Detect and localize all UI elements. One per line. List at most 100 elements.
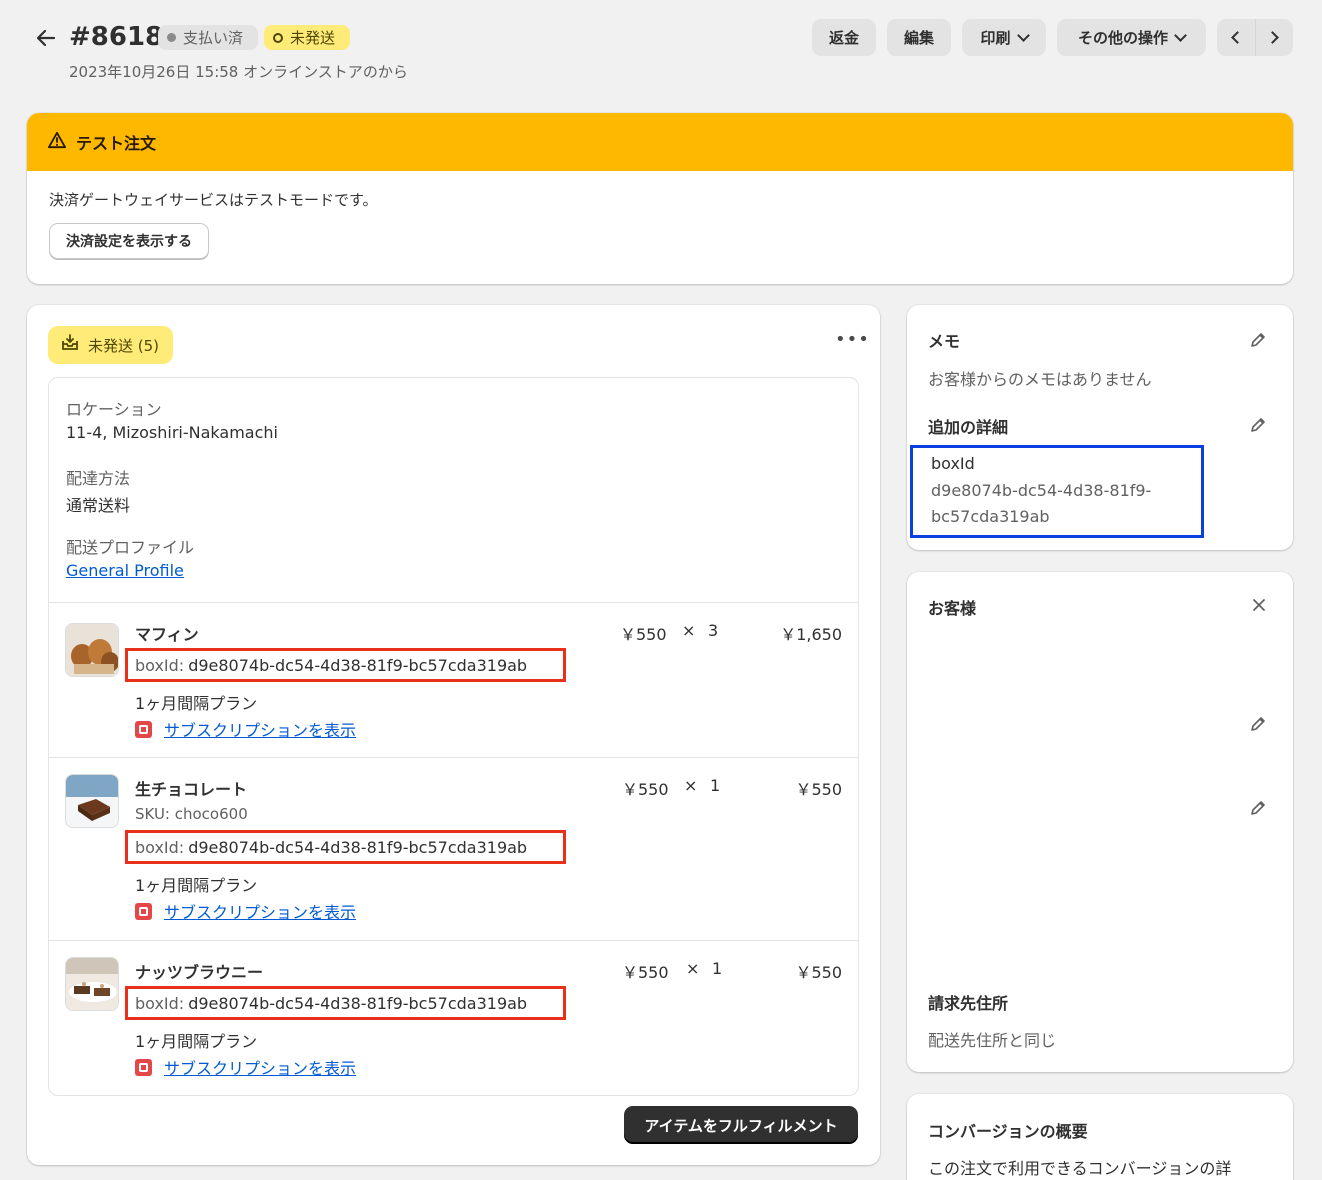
boxid-property: boxId: d9e8074b-dc54-4d38-81f9-bc57cda31… xyxy=(125,986,566,1020)
boxid-key: boxId: xyxy=(135,655,185,675)
boxid-value: d9e8074b-dc54-4d38-81f9-bc57cda319ab xyxy=(188,655,528,675)
banner-message: 決済ゲートウェイサービスはテストモードです。 xyxy=(49,191,378,209)
times-sign: × xyxy=(682,621,696,640)
conversion-text: この注文で利用できるコンバージョンの詳 xyxy=(928,1159,1232,1178)
detail-value-line2: bc57cda319ab xyxy=(931,507,1050,526)
detail-value-line1: d9e8074b-dc54-4d38-81f9- xyxy=(931,481,1152,500)
fulfill-items-button[interactable]: アイテムをフルフィルメント xyxy=(624,1106,858,1144)
subscription-icon xyxy=(135,1058,152,1076)
unfulfilled-label: 未発送 xyxy=(290,29,336,47)
unfulfilled-pill: 未発送 (5) xyxy=(48,326,173,364)
unfulfilled-pill-label: 未発送 (5) xyxy=(88,336,160,355)
delivery-label: 配達方法 xyxy=(66,469,131,488)
chevron-down-icon xyxy=(1174,28,1187,42)
more-dots-icon[interactable]: ••• xyxy=(835,329,870,350)
general-profile-link[interactable]: General Profile xyxy=(66,561,184,580)
refund-label: 返金 xyxy=(828,29,859,47)
print-button[interactable]: 印刷 xyxy=(962,19,1046,56)
edit-button[interactable]: 編集 xyxy=(887,19,951,56)
subscription-row: サブスクリプションを表示 xyxy=(135,717,356,741)
status-badge-paid: 支払い済 xyxy=(158,25,258,50)
billing-title: 請求先住所 xyxy=(928,994,1009,1013)
boxid-key: boxId: xyxy=(135,993,185,1013)
package-icon xyxy=(60,333,80,357)
boxid-value: d9e8074b-dc54-4d38-81f9-bc57cda319ab xyxy=(188,993,528,1013)
line-total: ￥550 xyxy=(795,963,842,982)
times-sign: × xyxy=(686,959,700,978)
conversion-title: コンバージョンの概要 xyxy=(928,1122,1088,1141)
unit-price: ￥550 xyxy=(622,780,669,799)
back-arrow-icon[interactable] xyxy=(34,26,58,50)
refund-button[interactable]: 返金 xyxy=(812,19,876,56)
line-total: ￥550 xyxy=(795,780,842,799)
product-thumbnail[interactable] xyxy=(65,957,119,1011)
boxid-key: boxId: xyxy=(135,837,185,857)
product-name[interactable]: 生チョコレート xyxy=(135,776,247,800)
product-thumbnail[interactable] xyxy=(65,623,119,677)
pencil-icon[interactable] xyxy=(1248,798,1268,818)
subscription-row: サブスクリプションを表示 xyxy=(135,1055,356,1079)
notes-empty: お客様からのメモはありません xyxy=(928,370,1152,389)
subscription-row: サブスクリプションを表示 xyxy=(135,899,356,923)
boxid-property: boxId: d9e8074b-dc54-4d38-81f9-bc57cda31… xyxy=(125,648,566,682)
unit-price: ￥550 xyxy=(620,625,667,644)
fulfillment-card: 未発送 (5) ••• ロケーション 11-4, Mizoshiri-Nakam… xyxy=(27,305,880,1165)
test-order-banner: テスト注文 決済ゲートウェイサービスはテストモードです。 決済設定を表示する xyxy=(27,113,1293,284)
boxid-property: boxId: d9e8074b-dc54-4d38-81f9-bc57cda31… xyxy=(125,830,566,864)
view-subscription-link[interactable]: サブスクリプションを表示 xyxy=(164,899,356,923)
notes-title: メモ xyxy=(928,332,961,351)
banner-title: テスト注文 xyxy=(76,134,157,153)
quantity: 1 xyxy=(710,776,721,795)
plan-label: 1ヶ月間隔プラン xyxy=(135,876,258,895)
billing-value: 配送先住所と同じ xyxy=(928,1031,1057,1050)
dot-icon xyxy=(167,33,176,42)
close-icon[interactable] xyxy=(1251,594,1267,618)
sku-label: SKU: choco600 xyxy=(135,805,248,823)
plan-label: 1ヶ月間隔プラン xyxy=(135,694,258,713)
customer-card: お客様 請求先住所 配送先住所と同じ xyxy=(907,572,1293,1072)
line-item: マフィン ￥550 × 3 ￥1,650 boxId: d9e8074b-dc5… xyxy=(49,603,858,757)
chevron-left-icon[interactable] xyxy=(1217,19,1255,56)
payment-settings-button[interactable]: 決済設定を表示する xyxy=(49,223,209,259)
boxid-detail-highlight: boxId d9e8074b-dc54-4d38-81f9- bc57cda31… xyxy=(910,445,1204,538)
status-badge-unfulfilled: 未発送 xyxy=(264,25,350,50)
order-number: #8618 xyxy=(69,22,164,52)
delivery-value: 通常送料 xyxy=(66,496,131,515)
pencil-icon[interactable] xyxy=(1248,714,1268,734)
chevron-right-icon[interactable] xyxy=(1256,19,1294,56)
profile-label: 配送プロファイル xyxy=(66,538,195,557)
more-actions-button[interactable]: その他の操作 xyxy=(1057,19,1206,56)
subscription-icon xyxy=(135,902,152,920)
quantity: 3 xyxy=(708,621,719,640)
product-thumbnail[interactable] xyxy=(65,774,119,828)
detail-key: boxId xyxy=(931,454,975,473)
quantity: 1 xyxy=(712,959,723,978)
paid-label: 支払い済 xyxy=(183,29,244,47)
product-name[interactable]: マフィン xyxy=(135,621,199,645)
fulfillment-inner: ロケーション 11-4, Mizoshiri-Nakamachi 配達方法 通常… xyxy=(48,377,859,1096)
subscription-icon xyxy=(135,720,152,738)
chevron-down-icon xyxy=(1016,28,1030,42)
order-subline: 2023年10月26日 15:58 オンラインストアのから xyxy=(69,63,408,81)
print-label: 印刷 xyxy=(980,29,1011,47)
line-total: ￥1,650 xyxy=(780,625,842,644)
notes-card: メモ お客様からのメモはありません 追加の詳細 boxId d9e8074b-d… xyxy=(907,305,1293,550)
view-subscription-link[interactable]: サブスクリプションを表示 xyxy=(164,717,356,741)
unit-price: ￥550 xyxy=(622,963,669,982)
more-actions-label: その他の操作 xyxy=(1077,29,1168,47)
view-subscription-link[interactable]: サブスクリプションを表示 xyxy=(164,1055,356,1079)
ring-icon xyxy=(273,32,283,43)
pencil-icon[interactable] xyxy=(1248,415,1268,435)
line-item: ナッツブラウニー ￥550 × 1 ￥550 boxId: d9e8074b-d… xyxy=(49,941,858,1095)
times-sign: × xyxy=(684,776,698,795)
pencil-icon[interactable] xyxy=(1248,330,1268,350)
conversion-card: コンバージョンの概要 この注文で利用できるコンバージョンの詳 xyxy=(907,1094,1293,1180)
location-label: ロケーション xyxy=(66,400,162,419)
customer-title: お客様 xyxy=(928,599,977,618)
boxid-value: d9e8074b-dc54-4d38-81f9-bc57cda319ab xyxy=(188,837,528,857)
location-value: 11-4, Mizoshiri-Nakamachi xyxy=(66,423,278,442)
order-nav xyxy=(1217,19,1293,56)
warning-icon xyxy=(48,131,66,153)
product-name[interactable]: ナッツブラウニー xyxy=(135,959,263,983)
edit-label: 編集 xyxy=(903,29,934,47)
